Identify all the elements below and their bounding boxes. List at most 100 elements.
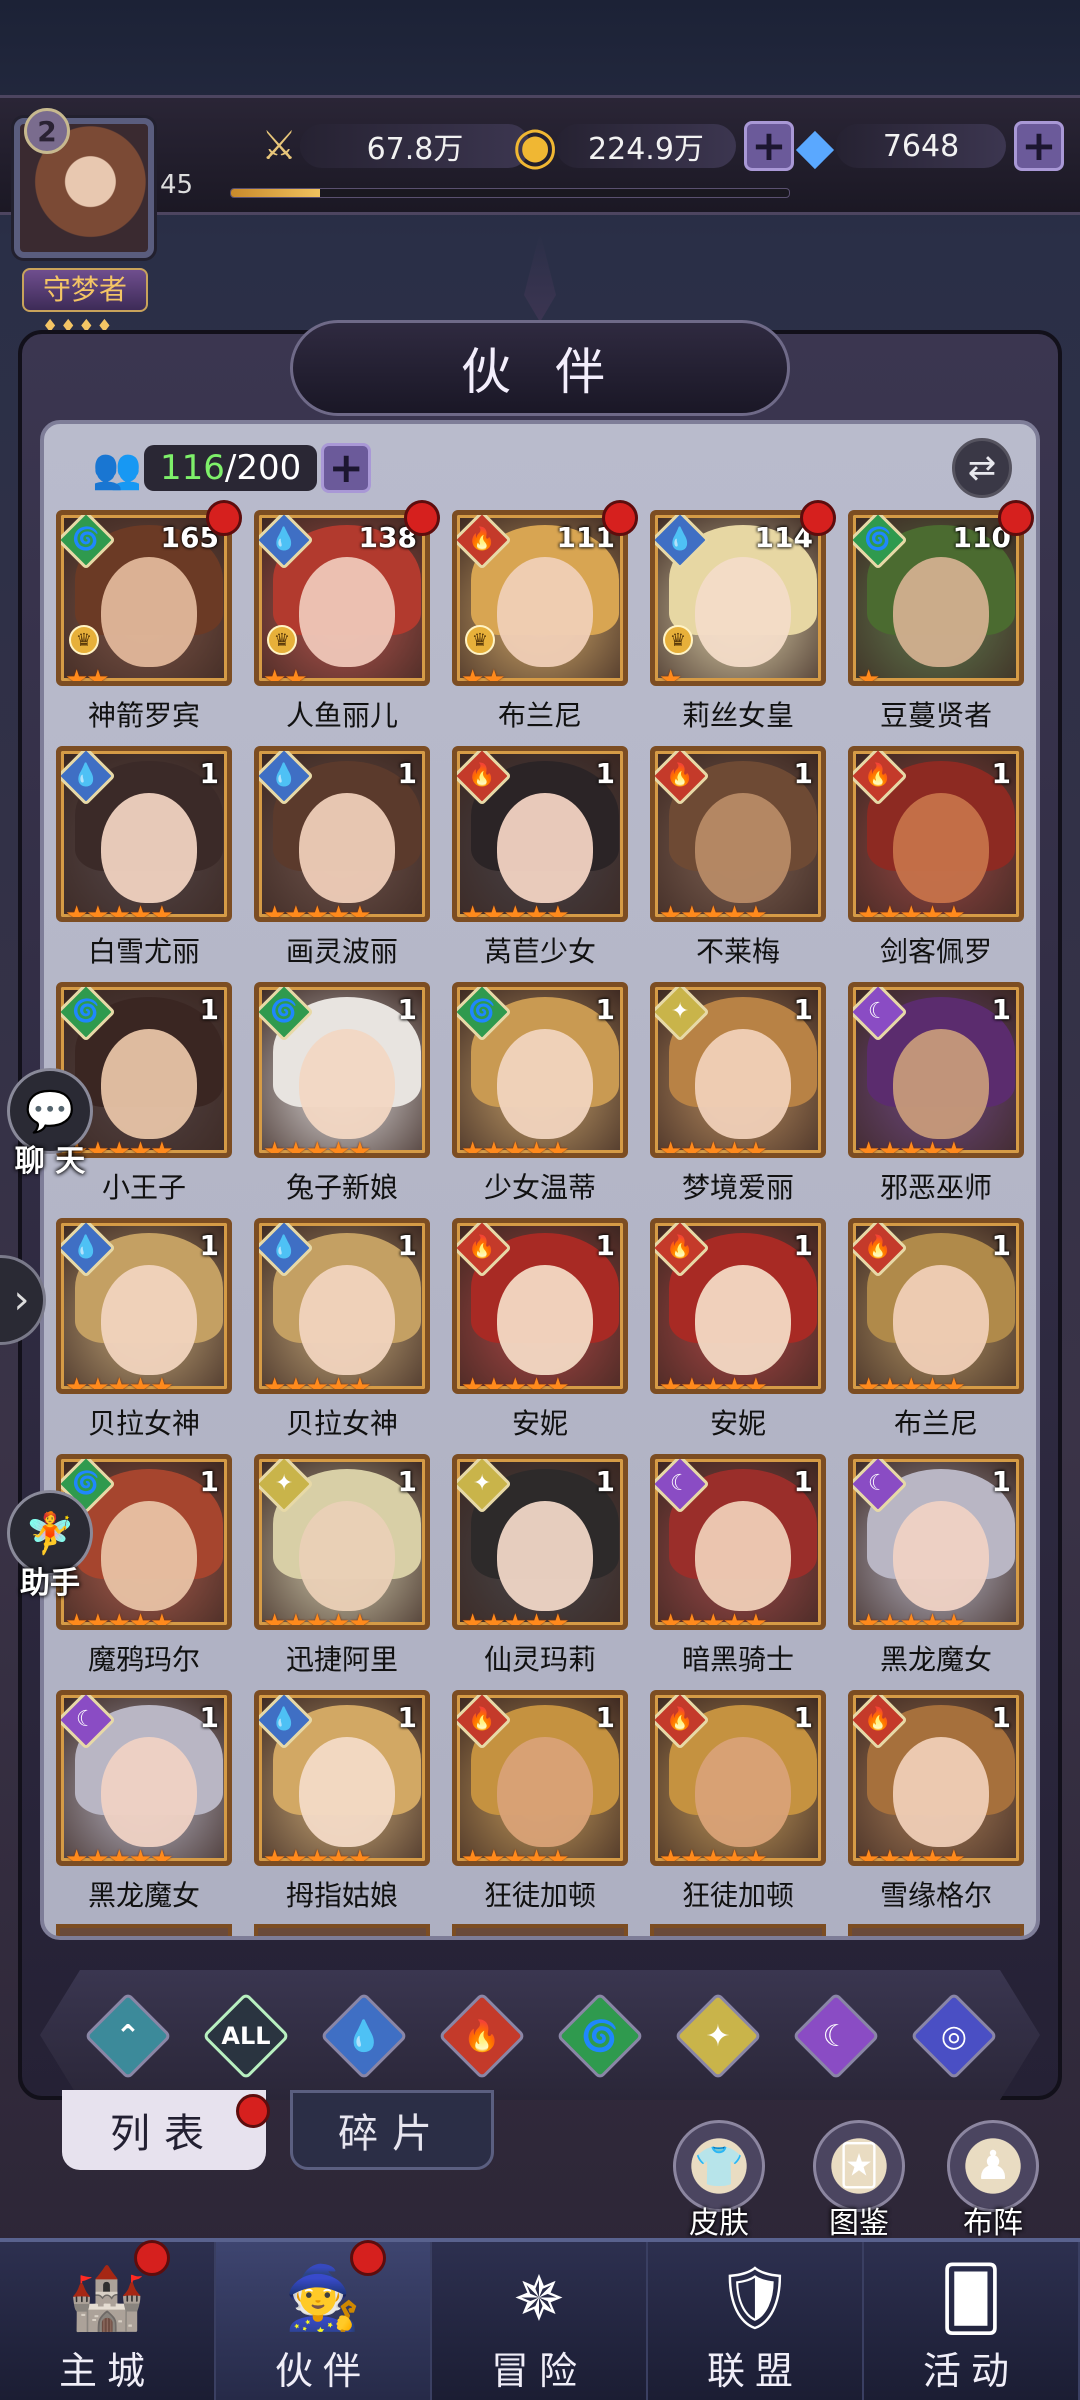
partner-card[interactable]: 🌀 1 ★★★★★ 兔子新娘	[254, 982, 430, 1204]
red-dot-notification	[800, 500, 836, 536]
partner-card[interactable]: 💧 1 ★★★★★ 拇指姑娘	[254, 1690, 430, 1912]
partner-name: 拇指姑娘	[285, 1879, 398, 1912]
partner-card[interactable]: ☾ 1 ★★★★★ 黑龙魔女	[56, 1690, 232, 1912]
partner-level: 1	[793, 993, 813, 1026]
partner-list-area[interactable]: 👥 116/200 + ⇄ 🌀 165 ♛ ★★ 神箭罗宾 💧 138 ♛ ★★…	[40, 420, 1040, 1940]
tab-list[interactable]: 列表	[62, 2090, 266, 2170]
filter-water-button[interactable]: 💧	[320, 1992, 408, 2080]
filter-all-icon: ALL	[221, 2022, 271, 2050]
nav-main-city[interactable]: 🏰 主城	[0, 2240, 216, 2400]
skins-button[interactable]: 👕 皮肤	[664, 2120, 774, 2241]
nav-partners[interactable]: 🧙 伙伴	[216, 2240, 432, 2400]
power-display: ⚔ 67.8万	[250, 118, 530, 174]
red-dot-notification	[206, 500, 242, 536]
gold-display: ◉ 224.9万 +	[506, 116, 794, 176]
partner-card[interactable]: 🌀 165 ♛ ★★ 神箭罗宾	[56, 500, 242, 732]
partner-level: 1	[991, 993, 1011, 1026]
partner-card[interactable]: ☾ 1 ★★★★★ 暗黑骑士	[650, 1454, 826, 1676]
portrait-face	[893, 1501, 989, 1611]
partner-card[interactable]: 🔥 111 ♛ ★★ 布兰尼	[452, 500, 638, 732]
partner-portrait: 🌀 1 ★★★★★	[452, 982, 628, 1158]
partner-stars: ★★★★★	[857, 1137, 966, 1158]
filter-fire-button[interactable]: 🔥	[438, 1992, 526, 2080]
partner-card[interactable]: ✦ 1 ★★★★★ 仙灵玛莉	[452, 1454, 628, 1676]
partner-portrait: 🔥 1 ★★★★★	[452, 1218, 628, 1394]
portrait-face	[101, 1737, 197, 1847]
partner-card[interactable]: 💧 1 ★★★★★ 画灵波丽	[254, 746, 430, 968]
partner-card[interactable]: 🔥 1 ★★★★★ 不莱梅	[650, 746, 826, 968]
partner-card[interactable]: 🌀 110 ★ 豆蔓贤者	[848, 500, 1034, 732]
partner-level: 1	[199, 1229, 219, 1262]
partner-card[interactable]: 🔥 1 ★★★★★ 雪缘格尔	[848, 1690, 1024, 1912]
partner-level: 1	[595, 1701, 615, 1734]
partner-portrait: ☾ 1 ★★★★★	[848, 982, 1024, 1158]
assistant-button[interactable]: 🧚 助手	[0, 1490, 100, 1601]
partner-name: 贝拉女神	[285, 1407, 398, 1440]
nav-adventure-label: 冒险	[490, 2349, 587, 2393]
partner-portrait: 🌀 110 ★	[848, 510, 1024, 686]
partner-stars: ★	[857, 665, 880, 686]
filter-wind-button[interactable]: 🌀	[556, 1992, 644, 2080]
partner-name: 豆蔓贤者	[879, 699, 992, 732]
nav-adventure[interactable]: ✵ 冒险	[432, 2242, 648, 2400]
partner-name: 安妮	[511, 1407, 568, 1440]
partner-level: 1	[199, 1465, 219, 1498]
partner-level: 1	[991, 1229, 1011, 1262]
partner-card[interactable]: 💧 114 ♛ ★ 莉丝女皇	[650, 500, 836, 732]
partner-card[interactable]: 🌀 1 ★★★★★ 少女温蒂	[452, 982, 628, 1204]
player-title-badge[interactable]: 守梦者	[22, 268, 148, 312]
partner-stars: ★★★★★	[461, 1137, 570, 1158]
filter-all-types-button[interactable]: ⌃	[84, 1992, 172, 2080]
codex-button[interactable]: 🃏 图鉴	[804, 2120, 914, 2241]
partner-grid: 🌀 165 ♛ ★★ 神箭罗宾 💧 138 ♛ ★★ 人鱼丽儿 🔥 111 ♛ …	[56, 500, 1036, 1912]
partner-level: 1	[397, 993, 417, 1026]
partner-card[interactable]: ✦ 1 ★★★★★ 梦境爱丽	[650, 982, 826, 1204]
partner-card[interactable]: 🔥 1 ★★★★★ 布兰尼	[848, 1218, 1024, 1440]
portrait-face	[695, 1265, 791, 1375]
partner-level: 1	[793, 1465, 813, 1498]
add-diamond-button[interactable]: +	[1014, 121, 1064, 171]
partner-name: 暗黑骑士	[681, 1643, 794, 1676]
partner-card[interactable]: 💧 138 ♛ ★★ 人鱼丽儿	[254, 500, 440, 732]
filter-void-button[interactable]: ◎	[910, 1992, 998, 2080]
page-title: 伙 伴	[461, 343, 619, 401]
partner-name: 狂徒加顿	[483, 1879, 596, 1912]
filter-all-button[interactable]: ALL	[202, 1992, 290, 2080]
portrait-face	[299, 1029, 395, 1139]
partner-level: 1	[199, 1701, 219, 1734]
sort-switch-icon[interactable]: ⇄	[952, 438, 1012, 498]
filter-dark-button[interactable]: ☾	[792, 1992, 880, 2080]
tab-fragments[interactable]: 碎片	[290, 2090, 494, 2170]
portrait-face	[893, 557, 989, 667]
partner-stars: ★★★★★	[65, 1373, 174, 1394]
nav-partners-label: 伙伴	[274, 2349, 371, 2393]
partner-card[interactable]: 💧 1 ★★★★★ 白雪尤丽	[56, 746, 232, 968]
crown-icon: ♛	[663, 625, 693, 655]
filter-dark-icon: ☾	[822, 2018, 850, 2054]
partner-card[interactable]: 💧 1 ★★★★★ 贝拉女神	[56, 1218, 232, 1440]
partner-portrait: ☾ 1 ★★★★★	[56, 1690, 232, 1866]
chat-button[interactable]: 💬 聊 天	[0, 1068, 100, 1179]
formation-button[interactable]: ♟ 布阵	[938, 2120, 1048, 2241]
partner-card[interactable]: 🔥 1 ★★★★★ 狂徒加顿	[650, 1690, 826, 1912]
panel-title-plate: 伙 伴	[290, 320, 790, 416]
partner-card[interactable]: ☾ 1 ★★★★★ 邪恶巫师	[848, 982, 1024, 1204]
partner-card[interactable]: 🔥 1 ★★★★★ 安妮	[452, 1218, 628, 1440]
partner-level: 1	[793, 1229, 813, 1262]
partner-card[interactable]: 🔥 1 ★★★★★ 安妮	[650, 1218, 826, 1440]
nav-alliance[interactable]: 🛡 联盟	[648, 2242, 864, 2400]
partner-card[interactable]: ✦ 1 ★★★★★ 迅捷阿里	[254, 1454, 430, 1676]
partner-card[interactable]: 🔥 1 ★★★★★ 莴苣少女	[452, 746, 628, 968]
portrait-face	[497, 1029, 593, 1139]
partner-card[interactable]: 🔥 1 ★★★★★ 剑客佩罗	[848, 746, 1024, 968]
partner-name: 少女温蒂	[483, 1171, 596, 1204]
partner-stars: ★★★★★	[65, 1845, 174, 1866]
filter-light-button[interactable]: ✦	[674, 1992, 762, 2080]
nav-events[interactable]: 🂠 活动	[864, 2242, 1080, 2400]
partner-level: 1	[595, 757, 615, 790]
element-filters: ⌃ ALL 💧 🔥 🌀 ✦ ☾ ◎	[84, 1992, 998, 2080]
partner-card[interactable]: 🔥 1 ★★★★★ 狂徒加顿	[452, 1690, 628, 1912]
partner-card[interactable]: 💧 1 ★★★★★ 贝拉女神	[254, 1218, 430, 1440]
partner-card[interactable]: ☾ 1 ★★★★★ 黑龙魔女	[848, 1454, 1024, 1676]
expand-capacity-button[interactable]: +	[321, 443, 372, 493]
